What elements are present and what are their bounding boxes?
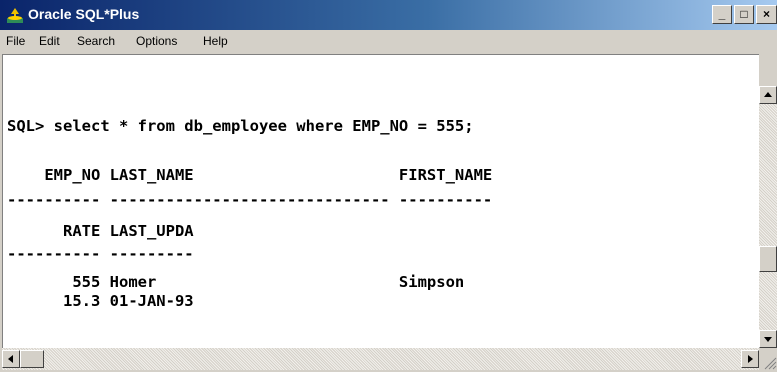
console-output[interactable]: SQL> select * from db_employee where EMP… <box>2 54 759 348</box>
console-line: RATE LAST_UPDA <box>7 222 194 240</box>
sqlplus-window: Oracle SQL*Plus _ □ × File Edit Search O… <box>0 0 777 372</box>
console-line: 15.3 01-JAN-93 <box>7 292 194 310</box>
arrow-down-icon[interactable] <box>759 330 777 348</box>
console-line: SQL> select * from db_employee where EMP… <box>7 117 474 135</box>
arrow-left-icon[interactable] <box>2 350 20 368</box>
console-line: 555 Homer Simpson <box>7 273 465 291</box>
menu-bar: File Edit Search Options Help <box>0 30 777 52</box>
horizontal-scrollbar[interactable] <box>2 348 759 370</box>
menu-options[interactable]: Options <box>136 34 177 48</box>
title-bar[interactable]: Oracle SQL*Plus _ □ × <box>0 0 777 30</box>
window-title: Oracle SQL*Plus <box>28 6 140 22</box>
vertical-scrollbar[interactable] <box>759 86 777 348</box>
menu-help[interactable]: Help <box>203 34 228 48</box>
oracle-app-icon <box>7 8 23 23</box>
arrow-right-icon[interactable] <box>741 350 759 368</box>
arrow-up-icon[interactable] <box>759 86 777 104</box>
console-line: EMP_NO LAST_NAME FIRST_NAME <box>7 166 493 184</box>
size-grip-icon[interactable] <box>759 352 777 370</box>
hscroll-thumb[interactable] <box>20 350 44 368</box>
menu-edit[interactable]: Edit <box>39 34 60 48</box>
console-line: ---------- --------- <box>7 245 194 263</box>
close-button[interactable]: × <box>756 5 777 24</box>
menu-search[interactable]: Search <box>77 34 115 48</box>
maximize-button[interactable]: □ <box>734 5 754 24</box>
menu-file[interactable]: File <box>6 34 25 48</box>
scroll-thumb[interactable] <box>759 246 777 272</box>
minimize-button[interactable]: _ <box>712 5 732 24</box>
console-line: ---------- -----------------------------… <box>7 191 493 209</box>
